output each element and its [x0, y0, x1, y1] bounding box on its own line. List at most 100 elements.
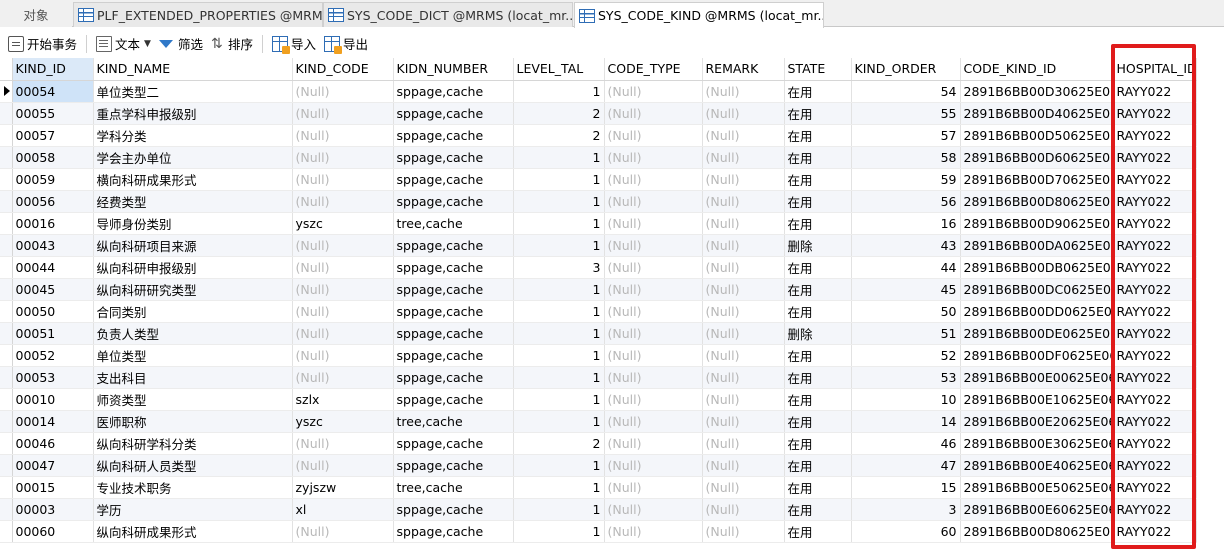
- tab-plf-extended-properties[interactable]: PLF_EXTENDED_PROPERTIES @MRMS...: [73, 2, 323, 27]
- table-row[interactable]: 00060 纵向科研成果形式 (Null) sppage,cache 1 (Null) (N…: [0, 520, 1197, 543]
- table-cell[interactable]: sppage,cache: [393, 146, 514, 169]
- table-cell[interactable]: (Null): [604, 410, 703, 433]
- table-cell[interactable]: sppage,cache: [393, 454, 514, 477]
- table-cell[interactable]: sppage,cache: [393, 124, 514, 147]
- table-cell[interactable]: (Null): [604, 80, 703, 103]
- table-cell[interactable]: 删除: [784, 322, 852, 345]
- table-row[interactable]: 00052 单位类型 (Null) sppage,cache 1 (Null) (Null)…: [0, 344, 1197, 367]
- table-cell[interactable]: (Null): [702, 344, 785, 367]
- table-cell[interactable]: 00010: [12, 388, 94, 411]
- table-cell[interactable]: (Null): [702, 168, 785, 191]
- table-cell[interactable]: (Null): [702, 388, 785, 411]
- table-cell[interactable]: 00014: [12, 410, 94, 433]
- column-header-kind-code[interactable]: KIND_CODE: [292, 58, 394, 81]
- table-cell[interactable]: 在用: [784, 454, 852, 477]
- table-cell[interactable]: (Null): [604, 344, 703, 367]
- export-button[interactable]: 导出: [320, 33, 372, 55]
- table-cell[interactable]: 在用: [784, 124, 852, 147]
- table-cell[interactable]: (Null): [292, 322, 394, 345]
- table-cell[interactable]: (Null): [604, 454, 703, 477]
- row-indicator[interactable]: [0, 520, 13, 543]
- table-cell[interactable]: 经费类型: [93, 190, 293, 213]
- table-cell[interactable]: 2891B6BB00E10625E0654: [960, 388, 1114, 411]
- table-cell[interactable]: 00050: [12, 300, 94, 323]
- table-cell[interactable]: sppage,cache: [393, 256, 514, 279]
- table-cell[interactable]: RAYY022: [1113, 454, 1197, 477]
- table-cell[interactable]: 2891B6BB00E50625E0654: [960, 476, 1114, 499]
- table-cell[interactable]: 纵向科研成果形式: [93, 520, 293, 543]
- table-cell[interactable]: 1: [513, 234, 605, 257]
- table-row[interactable]: 00050 合同类别 (Null) sppage,cache 1 (Null) (Null)…: [0, 300, 1197, 323]
- table-cell[interactable]: yszc: [292, 212, 394, 235]
- table-cell[interactable]: 2891B6BB00E40625E0654: [960, 454, 1114, 477]
- table-cell[interactable]: 00058: [12, 146, 94, 169]
- table-cell[interactable]: 2891B6BB00D90625E0654: [960, 212, 1114, 235]
- table-row[interactable]: 00055 重点学科申报级别 (Null) sppage,cache 2 (Null) (N…: [0, 102, 1197, 125]
- row-indicator[interactable]: [0, 146, 13, 169]
- table-cell[interactable]: sppage,cache: [393, 366, 514, 389]
- table-cell[interactable]: (Null): [604, 388, 703, 411]
- table-cell[interactable]: 00056: [12, 190, 94, 213]
- table-cell[interactable]: RAYY022: [1113, 256, 1197, 279]
- table-cell[interactable]: (Null): [604, 366, 703, 389]
- column-header-kind-order[interactable]: KIND_ORDER: [851, 58, 961, 81]
- table-cell[interactable]: 专业技术职务: [93, 476, 293, 499]
- text-button[interactable]: 文本 ▼: [92, 33, 155, 55]
- table-cell[interactable]: 2891B6BB00DD0625E0654: [960, 300, 1114, 323]
- tab-sys-code-dict[interactable]: SYS_CODE_DICT @MRMS (locat_mr...: [323, 2, 573, 27]
- table-cell[interactable]: RAYY022: [1113, 388, 1197, 411]
- table-cell[interactable]: (Null): [604, 520, 703, 543]
- table-cell[interactable]: (Null): [702, 102, 785, 125]
- table-cell[interactable]: (Null): [292, 124, 394, 147]
- table-cell[interactable]: 1: [513, 80, 605, 103]
- table-cell[interactable]: 在用: [784, 256, 852, 279]
- table-cell[interactable]: 学历: [93, 498, 293, 521]
- table-cell[interactable]: sppage,cache: [393, 520, 514, 543]
- table-cell[interactable]: (Null): [292, 146, 394, 169]
- table-cell[interactable]: 删除: [784, 234, 852, 257]
- table-cell[interactable]: 1: [513, 388, 605, 411]
- table-cell[interactable]: 在用: [784, 410, 852, 433]
- table-row[interactable]: 00054 单位类型二 (Null) sppage,cache 1 (Null) (Null…: [0, 80, 1197, 103]
- table-cell[interactable]: (Null): [292, 256, 394, 279]
- table-cell[interactable]: (Null): [604, 256, 703, 279]
- table-cell[interactable]: 00052: [12, 344, 94, 367]
- table-cell[interactable]: 1: [513, 454, 605, 477]
- table-cell[interactable]: (Null): [604, 190, 703, 213]
- table-cell[interactable]: (Null): [604, 146, 703, 169]
- table-cell[interactable]: 在用: [784, 80, 852, 103]
- table-cell[interactable]: 导师身份类别: [93, 212, 293, 235]
- table-cell[interactable]: (Null): [702, 454, 785, 477]
- table-cell[interactable]: 52: [851, 344, 961, 367]
- table-cell[interactable]: (Null): [292, 366, 394, 389]
- table-cell[interactable]: sppage,cache: [393, 388, 514, 411]
- table-cell[interactable]: 纵向科研学科分类: [93, 432, 293, 455]
- table-cell[interactable]: (Null): [702, 212, 785, 235]
- table-cell[interactable]: 合同类别: [93, 300, 293, 323]
- table-row[interactable]: 00059 横向科研成果形式 (Null) sppage,cache 1 (Null) (N…: [0, 168, 1197, 191]
- column-header-kind-name[interactable]: KIND_NAME: [93, 58, 293, 81]
- table-cell[interactable]: xl: [292, 498, 394, 521]
- table-cell[interactable]: 2891B6BB00E30625E0654: [960, 432, 1114, 455]
- table-cell[interactable]: RAYY022: [1113, 190, 1197, 213]
- table-cell[interactable]: (Null): [702, 80, 785, 103]
- table-cell[interactable]: RAYY022: [1113, 520, 1197, 543]
- table-cell[interactable]: (Null): [702, 366, 785, 389]
- table-cell[interactable]: sppage,cache: [393, 432, 514, 455]
- row-indicator[interactable]: [0, 278, 13, 301]
- filter-button[interactable]: 筛选: [155, 33, 207, 55]
- table-cell[interactable]: sppage,cache: [393, 102, 514, 125]
- table-row[interactable]: 00010 师资类型 szlx sppage,cache 1 (Null) (Null) 在用…: [0, 388, 1197, 411]
- table-cell[interactable]: RAYY022: [1113, 432, 1197, 455]
- table-cell[interactable]: 纵向科研人员类型: [93, 454, 293, 477]
- table-cell[interactable]: 学科分类: [93, 124, 293, 147]
- table-cell[interactable]: RAYY022: [1113, 476, 1197, 499]
- row-indicator[interactable]: [0, 432, 13, 455]
- table-cell[interactable]: 在用: [784, 432, 852, 455]
- row-indicator[interactable]: [0, 168, 13, 191]
- table-cell[interactable]: 14: [851, 410, 961, 433]
- table-cell[interactable]: 46: [851, 432, 961, 455]
- table-cell[interactable]: 54: [851, 80, 961, 103]
- table-cell[interactable]: RAYY022: [1113, 410, 1197, 433]
- table-cell[interactable]: sppage,cache: [393, 168, 514, 191]
